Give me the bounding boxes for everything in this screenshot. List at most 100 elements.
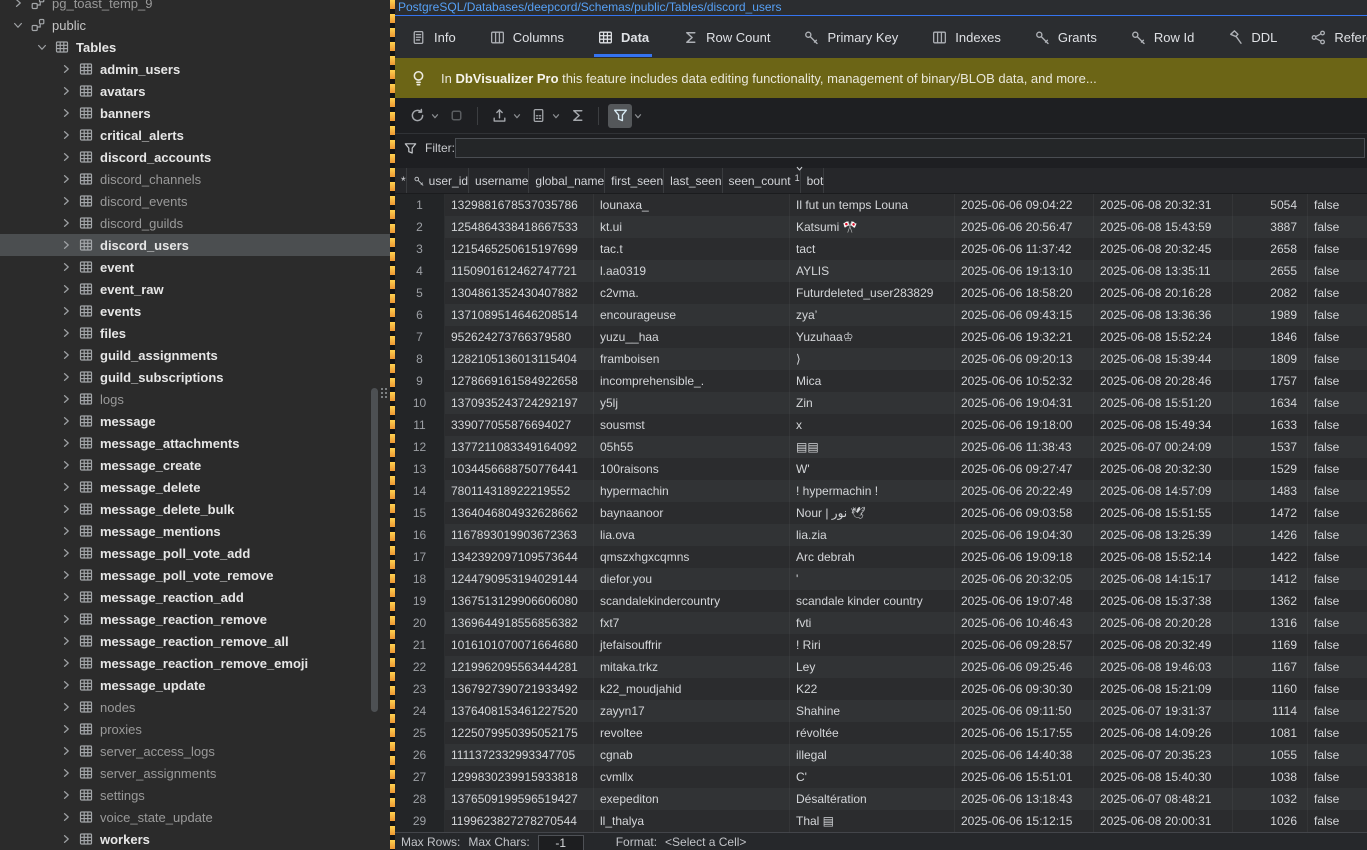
- row-number[interactable]: 4: [395, 260, 445, 282]
- table-row[interactable]: 12 1377211083349164092 05h55 ▤▤ 2025-06-…: [395, 436, 1367, 458]
- stop-button[interactable]: [444, 104, 468, 128]
- cell-first-seen[interactable]: 2025-06-06 10:46:43: [955, 612, 1094, 634]
- cell-first-seen[interactable]: 2025-06-06 19:09:18: [955, 546, 1094, 568]
- cell-username[interactable]: diefor.you: [594, 568, 790, 590]
- tree-item[interactable]: files: [0, 322, 390, 344]
- row-number[interactable]: 19: [395, 590, 445, 612]
- column-header[interactable]: seen_count 1: [723, 168, 801, 193]
- cell-global-name[interactable]: Yuzuhaa♔: [790, 326, 955, 348]
- cell-seen-count[interactable]: 1809: [1233, 348, 1308, 370]
- cell-bot[interactable]: false: [1308, 216, 1367, 238]
- cell-username[interactable]: cvmllx: [594, 766, 790, 788]
- column-header[interactable]: last_seen: [664, 168, 722, 193]
- cell-first-seen[interactable]: 2025-06-06 19:04:30: [955, 524, 1094, 546]
- cell-username[interactable]: cgnab: [594, 744, 790, 766]
- cell-username[interactable]: baynaanoor: [594, 502, 790, 524]
- chevron-right-icon[interactable]: [60, 525, 72, 537]
- cell-username[interactable]: jtefaisouffrir: [594, 634, 790, 656]
- cell-username[interactable]: 100raisons: [594, 458, 790, 480]
- cell-bot[interactable]: false: [1308, 590, 1367, 612]
- column-header[interactable]: first_seen: [605, 168, 664, 193]
- table-row[interactable]: 24 1376408153461227520 zayyn17 Shahine 2…: [395, 700, 1367, 722]
- cell-first-seen[interactable]: 2025-06-06 09:25:46: [955, 656, 1094, 678]
- cell-first-seen[interactable]: 2025-06-06 18:58:20: [955, 282, 1094, 304]
- cell-seen-count[interactable]: 1757: [1233, 370, 1308, 392]
- tree-item[interactable]: message_reaction_remove: [0, 608, 390, 630]
- cell-global-name[interactable]: Zin: [790, 392, 955, 414]
- chevron-right-icon[interactable]: [60, 679, 72, 691]
- table-row[interactable]: 21 1016101070071664680 jtefaisouffrir ! …: [395, 634, 1367, 656]
- cell-bot[interactable]: false: [1308, 766, 1367, 788]
- cell-user-id[interactable]: 1034456688750776441: [445, 458, 594, 480]
- chevron-right-icon[interactable]: [60, 723, 72, 735]
- row-number[interactable]: 2: [395, 216, 445, 238]
- table-row[interactable]: 6 1371089514646208514 encourageuse zya’ …: [395, 304, 1367, 326]
- chevron-right-icon[interactable]: [60, 261, 72, 273]
- cell-seen-count[interactable]: 1633: [1233, 414, 1308, 436]
- chevron-right-icon[interactable]: [60, 569, 72, 581]
- column-header[interactable]: global_name: [529, 168, 605, 193]
- table-row[interactable]: 15 1364046804932628662 baynaanoor Nour |…: [395, 502, 1367, 524]
- chevron-right-icon[interactable]: [60, 547, 72, 559]
- row-number[interactable]: 5: [395, 282, 445, 304]
- table-row[interactable]: 19 1367513129906606080 scandalekindercou…: [395, 590, 1367, 612]
- cell-first-seen[interactable]: 2025-06-06 14:40:38: [955, 744, 1094, 766]
- cell-user-id[interactable]: 339077055876694027: [445, 414, 594, 436]
- cell-bot[interactable]: false: [1308, 414, 1367, 436]
- cell-last-seen[interactable]: 2025-06-08 15:51:55: [1094, 502, 1233, 524]
- chevron-right-icon[interactable]: [60, 415, 72, 427]
- dropdown-chevron-icon[interactable]: [512, 111, 522, 121]
- cell-seen-count[interactable]: 1114: [1233, 700, 1308, 722]
- tree-item[interactable]: message_reaction_add: [0, 586, 390, 608]
- cell-bot[interactable]: false: [1308, 524, 1367, 546]
- tree-item[interactable]: discord_users: [0, 234, 390, 256]
- cell-global-name[interactable]: tact: [790, 238, 955, 260]
- tree-item[interactable]: voice_state_update: [0, 806, 390, 828]
- tree-item[interactable]: pg_toast_temp_9: [0, 0, 390, 14]
- cell-first-seen[interactable]: 2025-06-06 20:56:47: [955, 216, 1094, 238]
- cell-global-name[interactable]: C': [790, 766, 955, 788]
- chevron-right-icon[interactable]: [60, 151, 72, 163]
- breadcrumb[interactable]: PostgreSQL/Databases/deepcord/Schemas/pu…: [395, 0, 1367, 16]
- cell-first-seen[interactable]: 2025-06-06 19:07:48: [955, 590, 1094, 612]
- cell-last-seen[interactable]: 2025-06-08 15:43:59: [1094, 216, 1233, 238]
- table-row[interactable]: 29 1199623827278270544 ll_thalya Thal ▤ …: [395, 810, 1367, 832]
- cell-bot[interactable]: false: [1308, 788, 1367, 810]
- tree-item[interactable]: message_attachments: [0, 432, 390, 454]
- cell-seen-count[interactable]: 1412: [1233, 568, 1308, 590]
- tree-item[interactable]: settings: [0, 784, 390, 806]
- cell-username[interactable]: lia.ova: [594, 524, 790, 546]
- chevron-right-icon[interactable]: [60, 613, 72, 625]
- cell-user-id[interactable]: 1304861352430407882: [445, 282, 594, 304]
- tree-item[interactable]: discord_events: [0, 190, 390, 212]
- cell-user-id[interactable]: 1376509199596519427: [445, 788, 594, 810]
- cell-bot[interactable]: false: [1308, 260, 1367, 282]
- row-number[interactable]: 25: [395, 722, 445, 744]
- cell-global-name[interactable]: ': [790, 568, 955, 590]
- table-row[interactable]: 2 1254864338418667533 kt.ui Katsumi 🎌 20…: [395, 216, 1367, 238]
- chevron-right-icon[interactable]: [60, 217, 72, 229]
- cell-global-name[interactable]: Arc debrah: [790, 546, 955, 568]
- table-row[interactable]: 4 1150901612462747721 l.aa0319 AYLIS 202…: [395, 260, 1367, 282]
- chevron-right-icon[interactable]: [60, 459, 72, 471]
- table-row[interactable]: 1 1329881678537035786 lounaxa_ Il fut un…: [395, 194, 1367, 216]
- cell-seen-count[interactable]: 1362: [1233, 590, 1308, 612]
- cell-bot[interactable]: false: [1308, 370, 1367, 392]
- row-number[interactable]: 17: [395, 546, 445, 568]
- table-row[interactable]: 10 1370935243724292197 y5lj Zin 2025-06-…: [395, 392, 1367, 414]
- cell-last-seen[interactable]: 2025-06-08 13:36:36: [1094, 304, 1233, 326]
- cell-user-id[interactable]: 1282105136013115404: [445, 348, 594, 370]
- cell-first-seen[interactable]: 2025-06-06 13:18:43: [955, 788, 1094, 810]
- tree-item[interactable]: avatars: [0, 80, 390, 102]
- cell-username[interactable]: l.aa0319: [594, 260, 790, 282]
- cell-seen-count[interactable]: 1026: [1233, 810, 1308, 832]
- cell-bot[interactable]: false: [1308, 392, 1367, 414]
- row-number[interactable]: 14: [395, 480, 445, 502]
- cell-first-seen[interactable]: 2025-06-06 09:20:13: [955, 348, 1094, 370]
- chevron-right-icon[interactable]: [60, 349, 72, 361]
- row-number[interactable]: 29: [395, 810, 445, 832]
- cell-seen-count[interactable]: 1038: [1233, 766, 1308, 788]
- filter-input[interactable]: [455, 138, 1365, 158]
- cell-user-id[interactable]: 1342392097109573644: [445, 546, 594, 568]
- cell-user-id[interactable]: 1367513129906606080: [445, 590, 594, 612]
